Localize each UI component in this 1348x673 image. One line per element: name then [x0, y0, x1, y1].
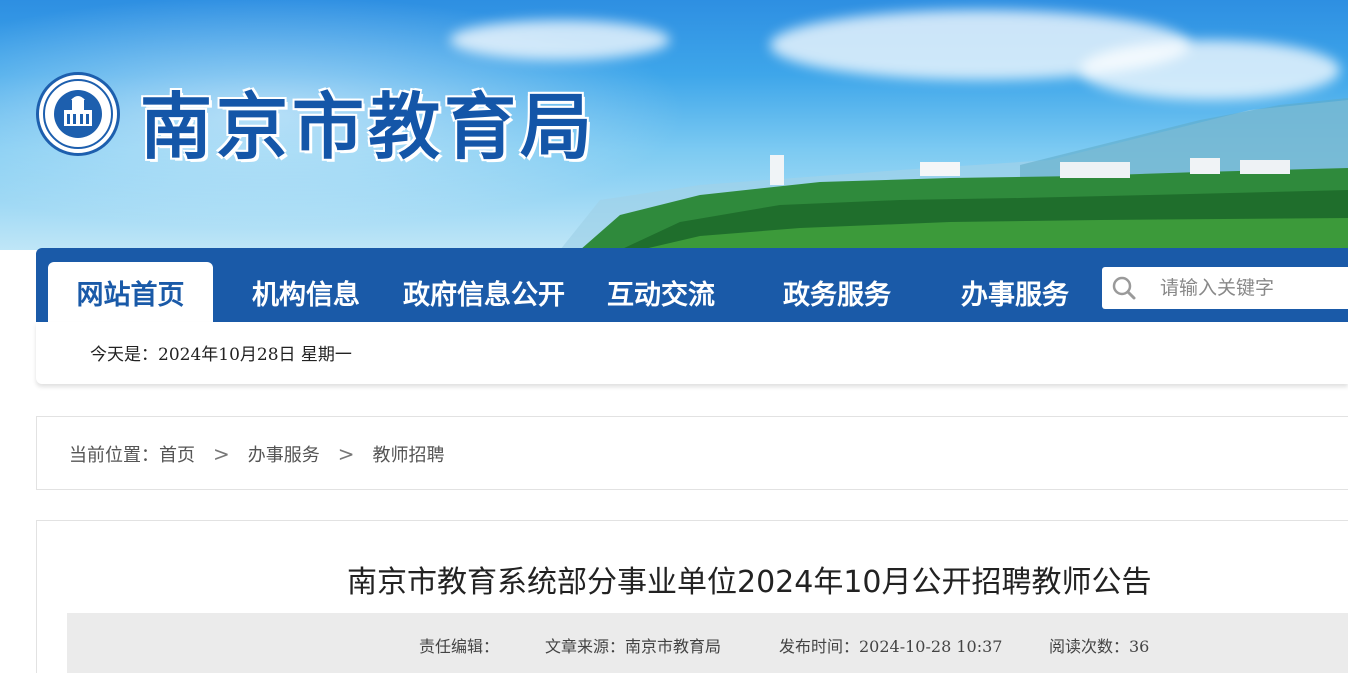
nav-item-organization[interactable]: 机构信息 [236, 262, 376, 322]
article-read-count: 阅读次数：36 [1049, 637, 1150, 656]
article-editor: 责任编辑： [419, 637, 500, 656]
breadcrumb-home[interactable]: 首页 [159, 441, 195, 467]
bureau-seal-logo [36, 72, 120, 156]
header-banner: 南京市教育局 [0, 0, 1348, 250]
breadcrumb-separator: > [337, 442, 355, 466]
article-meta-bar: 责任编辑： 文章来源：南京市教育局 发布时间：2024-10-28 10:37 … [67, 613, 1348, 673]
article-source: 文章来源：南京市教育局 [545, 637, 722, 656]
search-box [1102, 267, 1348, 309]
nav-item-interaction[interactable]: 互动交流 [596, 262, 726, 322]
page: 南京市教育局 网站首页 机构信息 政府信息公开 互动交流 政务服务 办事服务 今… [0, 0, 1348, 673]
current-date: 今天是：2024年10月28日 星期一 [90, 345, 352, 365]
search-icon[interactable] [1102, 267, 1146, 309]
breadcrumb-affairs[interactable]: 办事服务 [248, 441, 320, 467]
article-publish-time: 发布时间：2024-10-28 10:37 [779, 637, 1003, 656]
nav-item-home[interactable]: 网站首页 [48, 262, 213, 322]
nav-item-affairs[interactable]: 办事服务 [950, 262, 1080, 322]
breadcrumb-box: 当前位置： 首页 > 办事服务 > 教师招聘 [36, 416, 1348, 490]
breadcrumb-teacher-recruitment[interactable]: 教师招聘 [373, 441, 445, 467]
seal-building-icon [43, 79, 113, 149]
breadcrumb-separator: > [213, 442, 230, 466]
breadcrumb: 当前位置： 首页 > 办事服务 > 教师招聘 [69, 441, 445, 467]
article-title: 南京市教育系统部分事业单位2024年10月公开招聘教师公告 [347, 565, 1152, 600]
site-title[interactable]: 南京市教育局 [140, 68, 596, 173]
search-input[interactable] [1146, 270, 1336, 306]
article-container: 南京市教育系统部分事业单位2024年10月公开招聘教师公告 责任编辑： 文章来源… [36, 520, 1348, 673]
date-bar: 今天是：2024年10月28日 星期一 [36, 322, 1348, 384]
breadcrumb-prefix: 当前位置： [69, 445, 159, 466]
nav-item-gov-info[interactable]: 政府信息公开 [396, 262, 572, 322]
main-nav: 网站首页 机构信息 政府信息公开 互动交流 政务服务 办事服务 [36, 248, 1348, 322]
nav-item-gov-services[interactable]: 政务服务 [772, 262, 902, 322]
